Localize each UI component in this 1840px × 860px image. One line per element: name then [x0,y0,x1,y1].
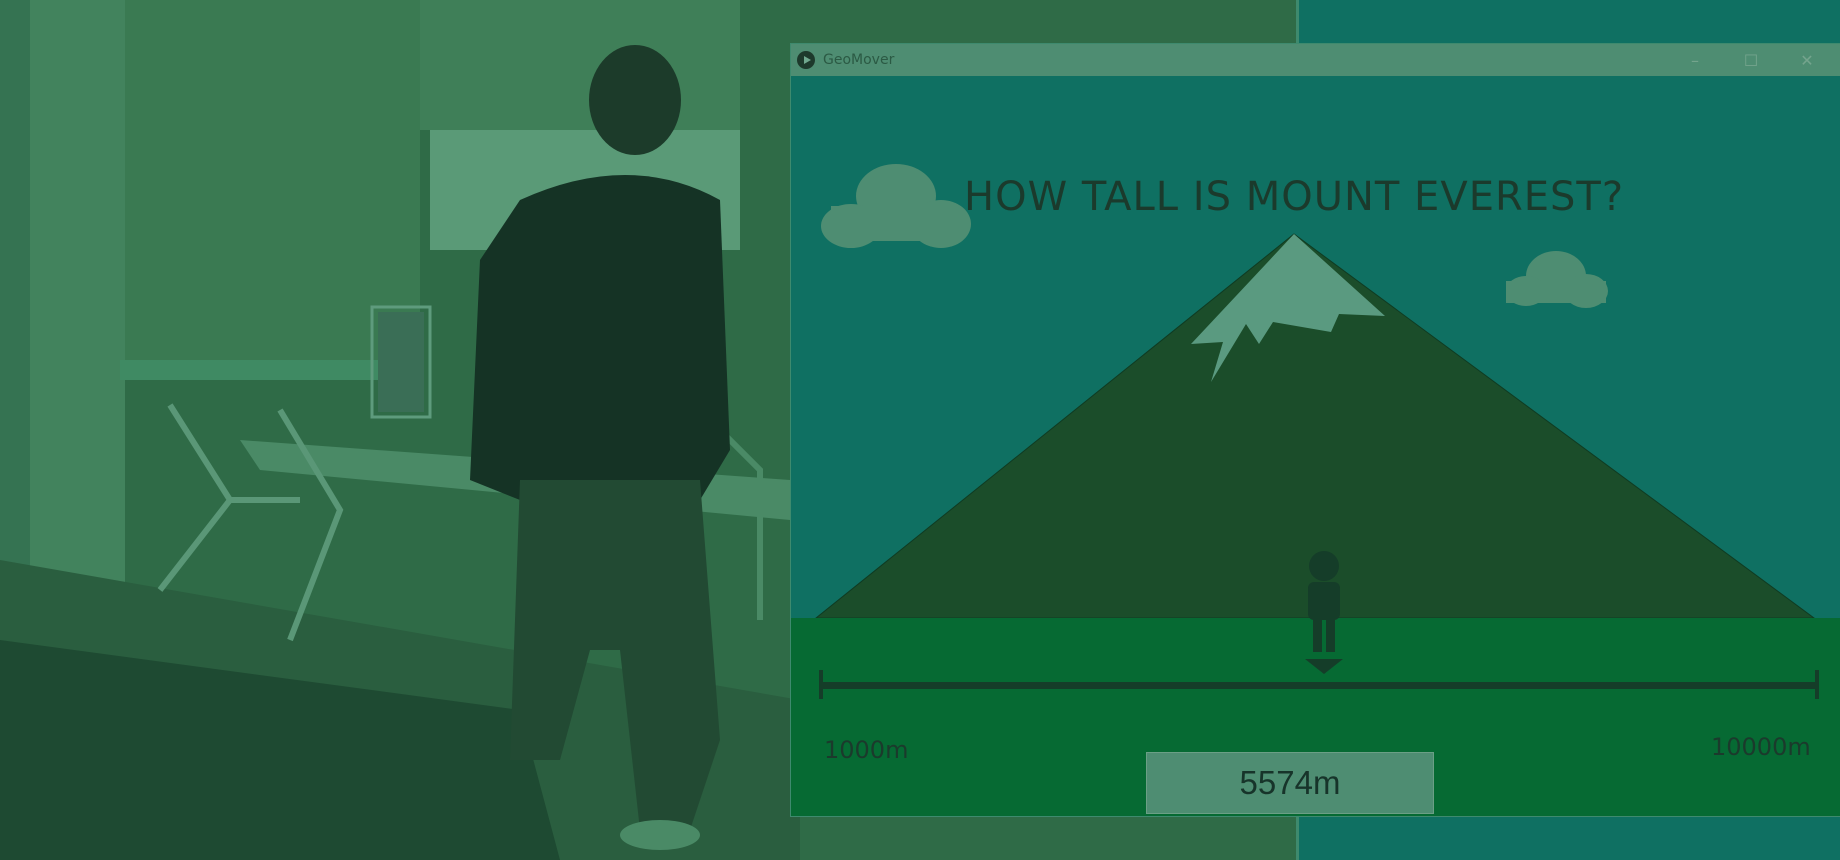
title-bar[interactable]: GeoMover – ☐ ✕ [791,44,1840,76]
minimize-button[interactable]: – [1668,44,1722,76]
question-title: HOW TALL IS MOUNT EVEREST? [964,174,1625,220]
scale-max-label: 10000m [1711,733,1811,761]
maximize-button[interactable]: ☐ [1724,44,1778,76]
app-window: GeoMover – ☐ ✕ HOW TALL IS MOUNT EVEREST… [791,44,1840,816]
close-button[interactable]: ✕ [1780,44,1834,76]
scale-min-label: 1000m [824,736,909,764]
window-title: GeoMover [823,52,895,68]
game-canvas[interactable]: HOW TALL IS MOUNT EVEREST? 1000m 10000m … [791,76,1840,816]
app-play-icon [797,51,815,69]
current-answer-display: 5574m [1146,752,1434,814]
